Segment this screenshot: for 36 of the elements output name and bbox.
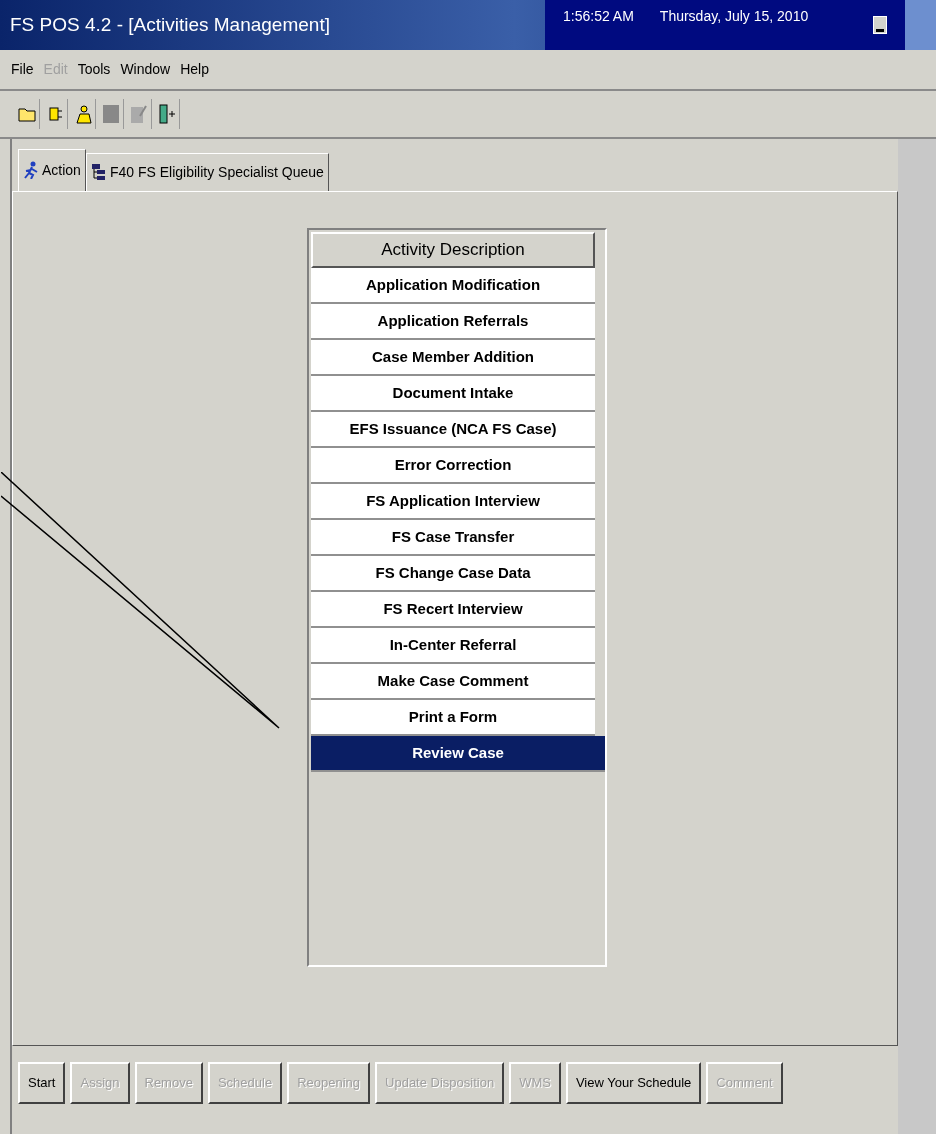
menu-item[interactable]: Help [177, 61, 212, 78]
list-item[interactable]: Make Case Comment [311, 664, 595, 700]
minimize-icon [876, 29, 884, 33]
clock-time: 1:56:52 AM [563, 8, 634, 24]
folder-icon [17, 106, 36, 123]
action-button[interactable]: Start [18, 1062, 66, 1104]
list-item[interactable]: Print a Form [311, 700, 595, 736]
list-item[interactable]: Error Correction [311, 448, 595, 484]
list-item[interactable]: Review Case [311, 736, 605, 772]
action-button[interactable]: View Your Schedule [565, 1062, 702, 1104]
list-item[interactable]: EFS Issuance (NCA FS Case) [311, 412, 595, 448]
menu-item[interactable]: Tools [74, 61, 114, 78]
list-item[interactable]: Application Modification [311, 268, 595, 304]
minimize-button[interactable] [873, 16, 887, 34]
tree-icon [90, 163, 107, 182]
plug-icon [46, 105, 63, 124]
list-item[interactable]: Application Referrals [311, 304, 595, 340]
exit-icon [157, 104, 176, 125]
list-item[interactable]: FS Application Interview [311, 484, 595, 520]
list-item[interactable]: FS Recert Interview [311, 592, 595, 628]
menu-item[interactable]: Window [117, 61, 174, 78]
runner-icon [23, 161, 39, 180]
note-icon [129, 104, 148, 125]
tab[interactable]: Action [18, 149, 86, 191]
title-bar-strip [905, 0, 936, 50]
list-item[interactable]: FS Change Case Data [311, 556, 595, 592]
menu-item[interactable]: File [8, 61, 37, 78]
clock-date: Thursday, July 15, 2010 [659, 8, 809, 24]
list-item[interactable]: Case Member Addition [311, 340, 595, 376]
square-icon [101, 104, 120, 125]
list-item[interactable]: FS Case Transfer [311, 520, 595, 556]
tab[interactable]: F40 FS Eligibility Specialist Queue [85, 153, 329, 191]
list-item[interactable]: In-Center Referral [311, 628, 595, 664]
window-title: FS POS 4.2 - [Activities Management] [9, 13, 331, 37]
column-header: Activity Description [311, 232, 595, 268]
list-item[interactable]: Document Intake [311, 376, 595, 412]
